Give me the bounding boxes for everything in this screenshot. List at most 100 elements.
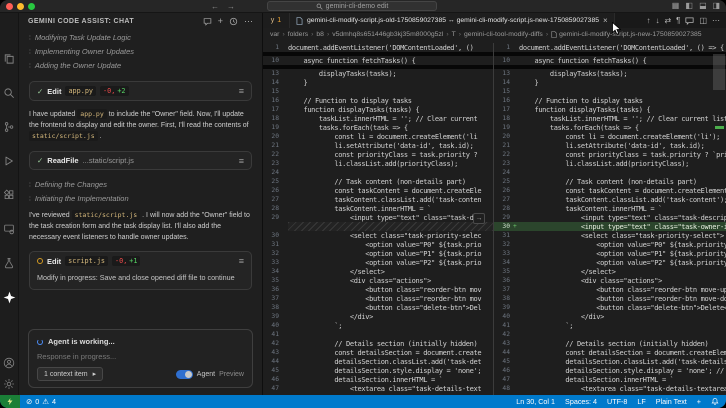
- cursor-position[interactable]: Ln 30, Col 1: [516, 397, 555, 406]
- thought-item[interactable]: ∶ Initiating the Implementation: [29, 192, 252, 206]
- toggle-primary-sidebar-icon[interactable]: ◧: [685, 0, 693, 12]
- readfile-tool-card[interactable]: ✓ ReadFile ...static/script.js ≡: [29, 151, 252, 170]
- more-actions-icon[interactable]: ⋯: [244, 16, 253, 27]
- explorer-icon[interactable]: [3, 53, 15, 65]
- breadcrumb-separator: ›: [282, 31, 285, 38]
- code-line: 26 const taskContent = document.createEl…: [502, 186, 726, 195]
- card-menu-icon[interactable]: ≡: [239, 156, 244, 165]
- code-line: 38 <button class="delete-btn">Del: [271, 303, 482, 312]
- agent-mode-label: Agent: [196, 370, 216, 378]
- card-menu-icon[interactable]: ≡: [239, 257, 244, 266]
- thought-item[interactable]: ∶ Defining the Changes: [29, 178, 252, 192]
- editor-group: y 1 gemini-cli-modify-script.js-old-1750…: [263, 13, 726, 395]
- run-debug-icon[interactable]: [3, 155, 15, 167]
- breadcrumb-item[interactable]: v5dmhq8s651446gb3kj35m8000g5zl: [332, 31, 443, 38]
- code-line: 34 </select>: [271, 267, 385, 276]
- scrollbar-thumb[interactable]: [713, 54, 725, 90]
- language-mode[interactable]: Plain Text: [656, 397, 687, 406]
- indentation-setting[interactable]: Spaces: 4: [565, 397, 597, 406]
- command-center-search[interactable]: gemini-cli-demo edit: [267, 1, 437, 11]
- code-line: 35 <div class="actions">: [271, 276, 431, 285]
- thought-item[interactable]: ∶ Adding the Owner Update: [29, 59, 252, 73]
- breadcrumb-item[interactable]: gemini-cli-tool-modify-diffs: [464, 31, 543, 38]
- testing-beaker-icon[interactable]: [3, 257, 15, 269]
- card-menu-icon[interactable]: ≡: [239, 87, 244, 96]
- whitespace-toggle-icon[interactable]: ¶: [676, 16, 680, 25]
- code-line: 31 <option value="P0" ${task.prio: [271, 240, 482, 249]
- thought-label: Initiating the Implementation: [34, 194, 129, 203]
- next-change-icon[interactable]: ↓: [655, 16, 659, 25]
- gemini-code-assist-icon[interactable]: [3, 291, 16, 304]
- thought-label: Modifying Task Update Logic: [34, 33, 131, 42]
- customize-layout-icon[interactable]: ▦: [672, 0, 680, 12]
- status-plus-icon[interactable]: +: [697, 397, 701, 406]
- code-line: 23 li.classList.add(priorityClass);: [271, 159, 459, 168]
- extensions-icon[interactable]: [3, 189, 15, 201]
- previous-change-icon[interactable]: ↑: [646, 16, 650, 25]
- diff-revert-arrow-button[interactable]: →: [473, 213, 485, 224]
- settings-gear-icon[interactable]: [3, 378, 15, 390]
- share-chat-icon[interactable]: [203, 17, 212, 26]
- code-line: 42: [502, 331, 510, 338]
- breadcrumb-item[interactable]: var: [270, 31, 279, 38]
- remote-indicator[interactable]: [0, 395, 20, 408]
- minimize-window-button[interactable]: [17, 2, 24, 10]
- nav-forward-icon[interactable]: →: [227, 0, 235, 13]
- zoom-window-button[interactable]: [28, 2, 35, 10]
- comment-icon[interactable]: [685, 17, 694, 25]
- code-line: 27 taskContent.classList.add('task-conte…: [502, 195, 726, 204]
- code-line: 34 <option value="P2" ${task.priority: [502, 258, 726, 267]
- message-text: I've reviewed: [29, 212, 70, 219]
- thought-item[interactable]: ∶ Modifying Task Update Logic: [29, 31, 252, 45]
- breadcrumb[interactable]: var › folders › b8 › v5dmhq8s651446gb3kj35m…: [263, 28, 726, 41]
- code-line: 37 <button class="reorder-btn move-up": [502, 285, 726, 294]
- close-window-button[interactable]: [6, 2, 13, 10]
- inline-file-chip[interactable]: app.py: [77, 109, 107, 119]
- inline-file-chip[interactable]: static/script.js: [29, 131, 98, 141]
- accounts-icon[interactable]: [3, 357, 15, 369]
- code-line: 40 </div>: [502, 312, 605, 321]
- remote-explorer-icon[interactable]: [3, 223, 15, 235]
- diff-original-pane[interactable]: 1 document.addEventListener('DOMContentLo…: [263, 43, 493, 395]
- history-icon[interactable]: [229, 17, 238, 26]
- code-line: 35 </select>: [502, 267, 616, 276]
- nav-back-icon[interactable]: ←: [211, 0, 219, 13]
- encoding-setting[interactable]: UTF-8: [607, 397, 627, 406]
- search-icon[interactable]: [3, 87, 15, 99]
- code-line: 31 <select class="task-priority-select">: [502, 231, 724, 240]
- breadcrumb-item[interactable]: folders: [288, 31, 308, 38]
- split-editor-icon[interactable]: ◫: [699, 16, 707, 25]
- lightning-icon: [7, 398, 13, 405]
- eol-setting[interactable]: LF: [637, 397, 645, 406]
- breadcrumb-file[interactable]: gemini-cli-modify-script.js-new-17508590…: [551, 31, 702, 38]
- diff-modified-pane[interactable]: 1 document.addEventListener('DOMContentLo…: [493, 43, 726, 395]
- code-line: 43 // Details section (initially hidden): [502, 339, 709, 348]
- code-line: 18 taskList.innerHTML = ''; // Clear cur…: [502, 114, 726, 123]
- context-items-button[interactable]: 1 context item ▸: [37, 367, 104, 381]
- problems-indicator[interactable]: ⊘ 0 ⚠ 4: [20, 397, 62, 407]
- source-control-icon[interactable]: [3, 121, 15, 133]
- inline-file-chip[interactable]: static/script.js: [71, 210, 141, 220]
- notifications-bell-icon[interactable]: [711, 397, 719, 406]
- code-line: 46 detailsSection.style.display = 'none'…: [502, 366, 726, 375]
- thought-item[interactable]: ∶ Implementing Owner Updates: [29, 45, 252, 59]
- toggle-panel-icon[interactable]: ◧: [697, 2, 709, 10]
- new-chat-icon[interactable]: +: [218, 16, 223, 26]
- tab-diff-editor[interactable]: gemini-cli-modify-script.js-old-17508590…: [290, 13, 615, 28]
- chat-input[interactable]: Response in progress...: [37, 352, 244, 361]
- breadcrumb-item[interactable]: b8: [316, 31, 324, 38]
- code-line: 17 function displayTasks(tasks) {: [271, 105, 420, 114]
- more-actions-icon[interactable]: ⋯: [712, 16, 720, 25]
- swap-sides-icon[interactable]: ⇄: [664, 16, 671, 25]
- code-line: 44 detailsSection.classList.add('task-de…: [271, 357, 482, 366]
- code-line: 45 detailsSection.style.display = 'none'…: [271, 366, 482, 375]
- edit-tool-card-script-js[interactable]: Edit script.js -0, +1 ≡ Modify in progres…: [29, 251, 252, 290]
- agent-mode-toggle[interactable]: [175, 369, 193, 379]
- breadcrumb-item[interactable]: T: [452, 31, 456, 38]
- close-tab-icon[interactable]: ×: [603, 16, 608, 25]
- chat-panel-title: GEMINI CODE ASSIST: CHAT: [28, 17, 135, 25]
- tab-partial[interactable]: y 1: [263, 13, 290, 28]
- toggle-secondary-sidebar-icon[interactable]: ◨: [712, 0, 720, 12]
- code-line: 39 <button class="delete-btn">Delete<: [502, 303, 726, 312]
- edit-tool-card-app-py[interactable]: ✓ Edit app.py -0, +2 ≡: [29, 81, 252, 101]
